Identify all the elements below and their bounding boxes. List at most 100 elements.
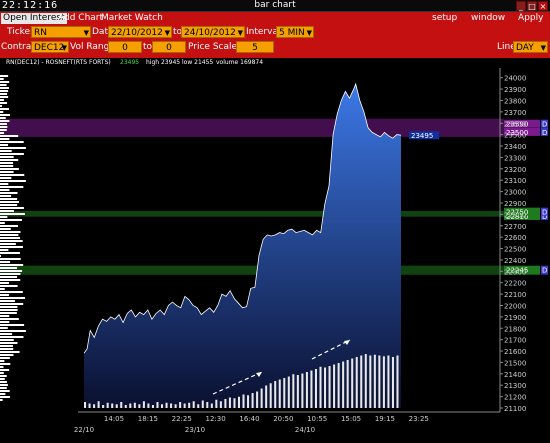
volume-bar bbox=[197, 404, 200, 408]
vol-to-input[interactable]: 0 bbox=[152, 41, 186, 53]
volume-bar bbox=[396, 355, 399, 408]
volume-bar bbox=[260, 388, 263, 408]
volume-bar bbox=[192, 401, 195, 408]
window-title: bar chart bbox=[254, 0, 296, 10]
maximize-icon[interactable]: □ bbox=[527, 1, 537, 11]
chart-high: high 23945 bbox=[146, 59, 180, 66]
profile-bar bbox=[0, 342, 18, 344]
volume-bar bbox=[215, 399, 218, 408]
profile-bar bbox=[0, 114, 10, 116]
tab-open-interest[interactable]: Open Interest bbox=[1, 13, 67, 24]
volume-bar bbox=[138, 404, 141, 408]
profile-bar bbox=[0, 252, 20, 254]
profile-bar bbox=[0, 102, 8, 104]
volume-bar bbox=[210, 403, 213, 408]
line-value: DAY bbox=[516, 43, 534, 53]
price-chart[interactable]: 23590D23500D22810D22750D22305D22245D 211… bbox=[0, 58, 550, 440]
tab-add-chart[interactable]: Add Chart bbox=[58, 13, 103, 24]
profile-bar bbox=[0, 378, 5, 380]
price-scale-input[interactable]: 5 bbox=[236, 41, 274, 53]
profile-bar bbox=[0, 153, 24, 155]
tab-market-watch[interactable]: Market Watch bbox=[101, 13, 163, 24]
profile-bar bbox=[0, 105, 2, 107]
profile-bar bbox=[0, 129, 7, 131]
profile-bar bbox=[0, 360, 5, 362]
profile-bar bbox=[0, 186, 24, 188]
volume-bar bbox=[129, 403, 132, 408]
profile-bar bbox=[0, 309, 18, 311]
chevron-down-icon: ▼ bbox=[61, 44, 67, 52]
close-icon[interactable]: × bbox=[538, 1, 548, 11]
profile-bar bbox=[0, 84, 7, 86]
menu-window[interactable]: window bbox=[471, 13, 505, 24]
date-from-select[interactable]: 22/10/2012 ▼ bbox=[108, 26, 172, 38]
profile-bar bbox=[0, 363, 11, 365]
profile-bar bbox=[0, 108, 9, 110]
profile-bar bbox=[0, 312, 17, 314]
line-select[interactable]: DAY ▼ bbox=[513, 41, 548, 53]
interval-select[interactable]: 5 MIN ▼ bbox=[276, 26, 314, 38]
y-tick-label: 21200 bbox=[504, 394, 526, 402]
minimize-icon[interactable]: _ bbox=[516, 1, 526, 11]
volume-bar bbox=[310, 370, 313, 408]
volume-bar bbox=[111, 403, 114, 408]
profile-bar bbox=[0, 87, 9, 89]
volume-bar bbox=[342, 361, 345, 408]
contract-select[interactable]: DEC12 ▼ bbox=[31, 41, 69, 53]
profile-bar bbox=[0, 168, 19, 170]
profile-bar bbox=[0, 384, 8, 386]
volume-bar bbox=[369, 355, 372, 408]
volume-bar bbox=[160, 404, 164, 408]
ticker-select[interactable]: RN ▼ bbox=[31, 26, 91, 38]
y-tick-label: 23700 bbox=[504, 109, 526, 117]
volume-bar bbox=[333, 364, 336, 408]
chart-last-value: 23495 bbox=[120, 59, 139, 66]
profile-bar bbox=[0, 321, 10, 323]
level-band bbox=[0, 210, 504, 217]
y-tick-label: 24000 bbox=[504, 75, 526, 83]
chevron-down-icon: ▼ bbox=[306, 29, 312, 37]
profile-bar bbox=[0, 381, 7, 383]
y-tick-label: 21800 bbox=[504, 325, 526, 333]
volume-bar bbox=[296, 375, 299, 408]
profile-bar bbox=[0, 336, 24, 338]
volume-bar bbox=[378, 355, 381, 408]
volume-bar bbox=[328, 366, 331, 408]
volume-bar bbox=[133, 402, 136, 408]
y-tick-label: 21900 bbox=[504, 314, 526, 322]
date-to-select[interactable]: 24/10/2012 ▼ bbox=[181, 26, 245, 38]
profile-bar bbox=[0, 315, 10, 317]
chart-area[interactable]: 23590D23500D22810D22750D22305D22245D 211… bbox=[0, 58, 550, 440]
profile-bar bbox=[0, 354, 14, 356]
profile-bar bbox=[0, 318, 19, 320]
y-tick-label: 22400 bbox=[504, 257, 526, 265]
profile-bar bbox=[0, 159, 19, 161]
volume-bar bbox=[115, 404, 118, 408]
volume-bar bbox=[201, 400, 204, 408]
profile-bar bbox=[0, 165, 14, 167]
price-scale-label: Price Scale bbox=[188, 42, 238, 52]
profile-bar bbox=[0, 183, 9, 185]
volume-bar bbox=[314, 369, 317, 408]
volume-bar bbox=[319, 366, 322, 408]
y-tick-label: 22600 bbox=[504, 234, 526, 242]
volume-bar bbox=[355, 357, 358, 408]
y-tick-label: 22300 bbox=[504, 268, 526, 276]
profile-bar bbox=[0, 99, 4, 101]
menu-apply[interactable]: Apply bbox=[518, 13, 543, 24]
profile-bar bbox=[0, 93, 8, 95]
chevron-down-icon: ▼ bbox=[164, 29, 170, 37]
x-tick-label: 23:25 bbox=[409, 415, 429, 423]
vol-from-input[interactable]: 0 bbox=[108, 41, 142, 53]
profile-bar bbox=[0, 282, 9, 284]
y-tick-label: 22800 bbox=[504, 211, 526, 219]
menu-setup[interactable]: setup bbox=[432, 13, 457, 24]
x-tick-label: 10:55 bbox=[307, 415, 327, 423]
profile-bar bbox=[0, 81, 10, 83]
profile-bar bbox=[0, 246, 23, 248]
level-band bbox=[0, 265, 504, 275]
profile-bar bbox=[0, 120, 10, 122]
volume-bar bbox=[228, 397, 231, 408]
profile-bar bbox=[0, 351, 20, 353]
profile-bar bbox=[0, 135, 19, 137]
